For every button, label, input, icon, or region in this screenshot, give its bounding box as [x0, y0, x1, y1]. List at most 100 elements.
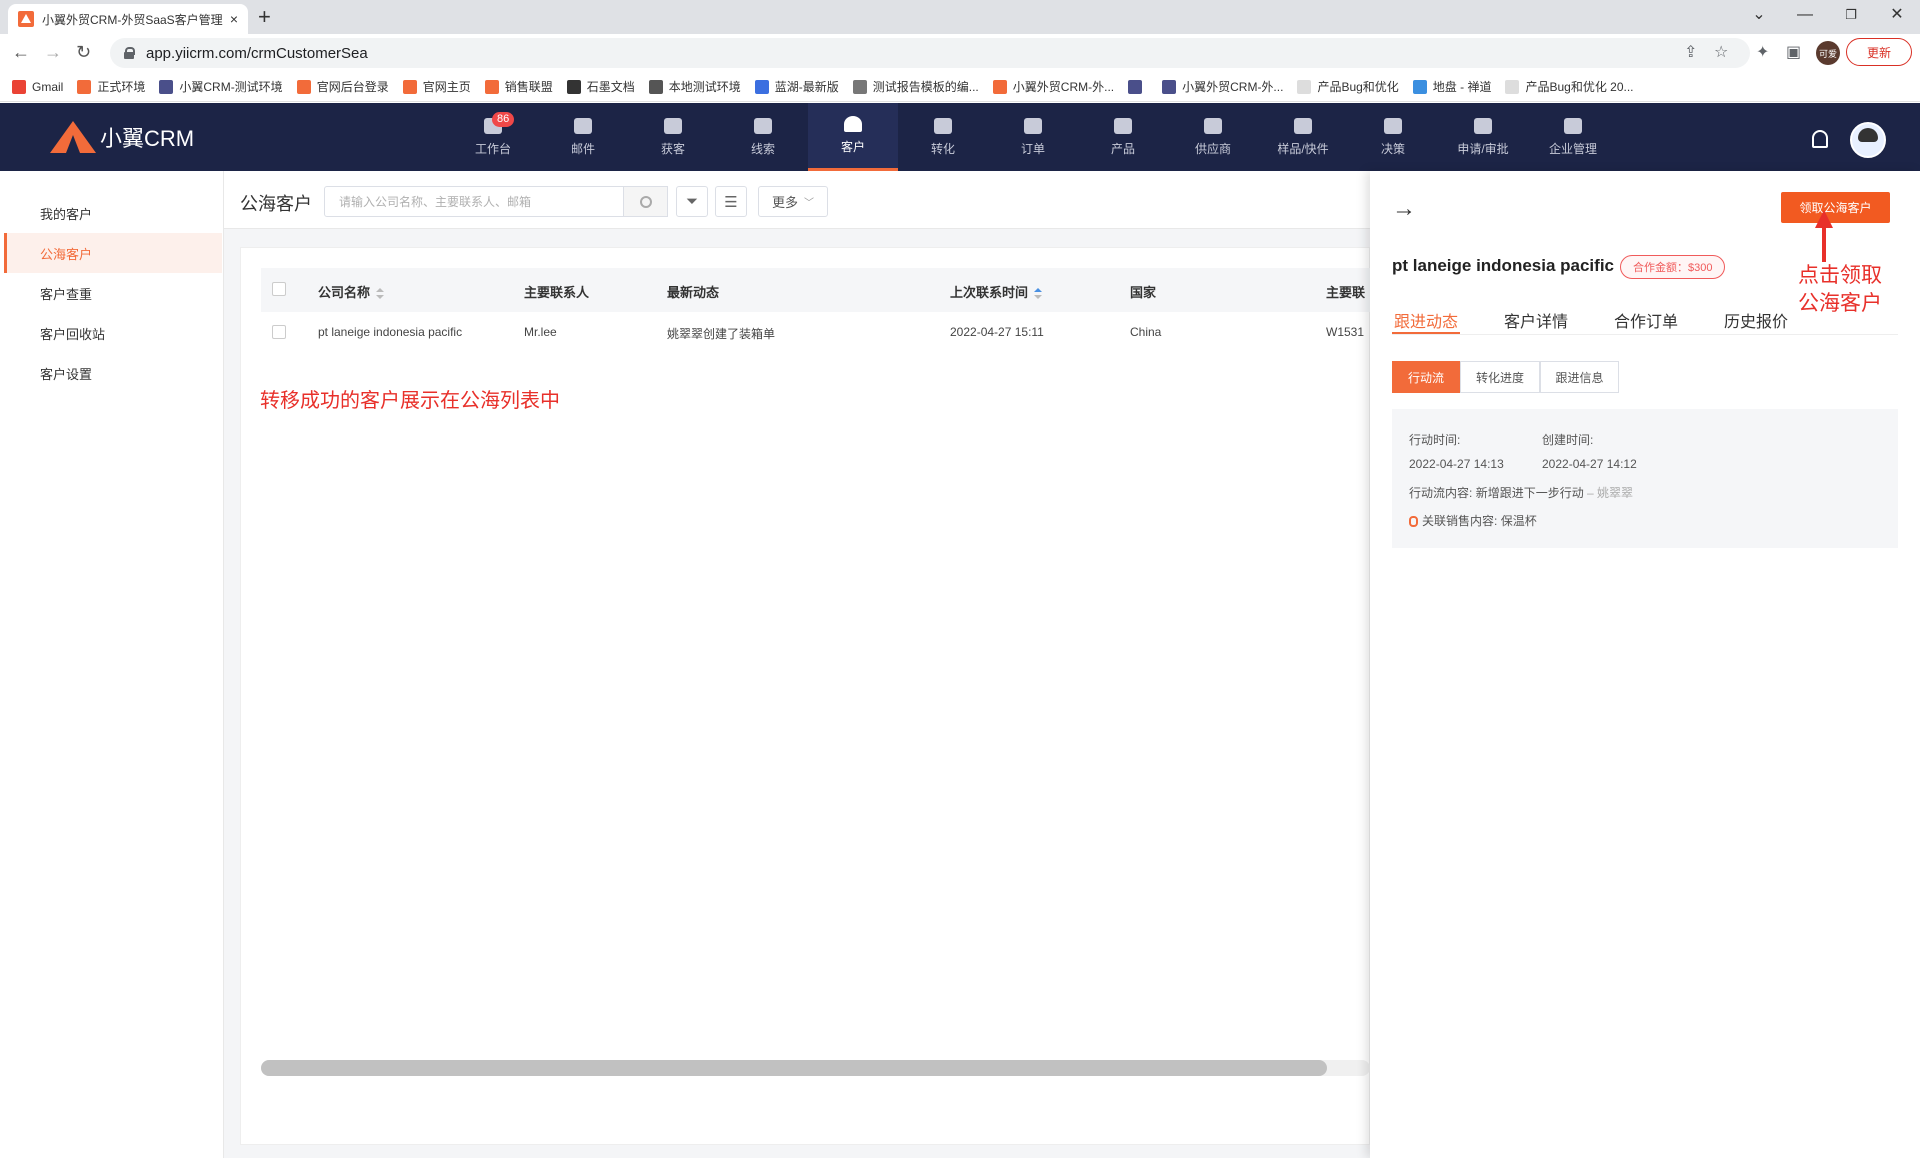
- search-icon: [639, 195, 652, 208]
- related-sales: 关联销售内容: 保温杯: [1409, 512, 1537, 529]
- nav-item[interactable]: 线索: [718, 103, 808, 171]
- bookmark-favicon-icon: [484, 79, 499, 94]
- bookmark-item[interactable]: 产品Bug和优化: [1297, 78, 1399, 95]
- sidebar-item[interactable]: 客户回收站: [4, 313, 222, 353]
- segment-follow-info[interactable]: 跟进信息: [1540, 361, 1619, 393]
- bookmark-item[interactable]: 蓝湖-最新版: [754, 78, 839, 95]
- search-button[interactable]: [624, 186, 668, 217]
- sort-icon[interactable]: [1034, 287, 1043, 300]
- action-content: 行动流内容: 新增跟进下一步行动 – 姚翠翠: [1409, 486, 1634, 500]
- bookmark-item[interactable]: Gmail: [12, 79, 63, 94]
- minimize-button[interactable]: —: [1782, 4, 1828, 26]
- bookmark-item[interactable]: 地盘 - 禅道: [1412, 78, 1491, 95]
- bookmark-favicon-icon: [77, 79, 92, 94]
- nav-item[interactable]: 申请/审批: [1438, 103, 1528, 171]
- tab-search-icon[interactable]: ⌄: [1736, 4, 1782, 26]
- customer-name: pt laneige indonesia pacific: [1392, 256, 1614, 275]
- extensions-icon[interactable]: ✦: [1756, 42, 1769, 62]
- bookmark-item[interactable]: 测试报告模板的编...: [852, 78, 979, 95]
- sort-icon[interactable]: [376, 287, 385, 300]
- tab-cooperation-orders[interactable]: 合作订单: [1614, 308, 1678, 332]
- nav-item[interactable]: 客户: [808, 103, 898, 171]
- cell-company-name[interactable]: pt laneige indonesia pacific: [318, 325, 462, 339]
- tab-customer-detail[interactable]: 客户详情: [1504, 308, 1568, 332]
- customer-icon: [844, 116, 862, 132]
- url-input[interactable]: app.yiicrm.com/crmCustomerSea: [110, 38, 1750, 68]
- col-last-contact-time[interactable]: 上次联系时间: [950, 282, 1043, 301]
- horizontal-scrollbar-thumb[interactable]: [261, 1060, 1327, 1076]
- nav-item[interactable]: 获客: [628, 103, 718, 171]
- claim-customer-button[interactable]: 领取公海客户: [1781, 192, 1890, 223]
- cooperation-amount-badge: 合作金额：$300: [1620, 255, 1726, 279]
- reload-icon[interactable]: ↻: [76, 40, 91, 64]
- bookmark-item[interactable]: 小翼CRM-测试环境: [159, 78, 283, 95]
- side-panel-icon[interactable]: ▣: [1786, 42, 1801, 62]
- bookmark-favicon-icon: [1505, 79, 1520, 94]
- bookmark-favicon-icon: [852, 79, 867, 94]
- forward-icon[interactable]: →: [44, 40, 62, 64]
- sidebar-item[interactable]: 我的客户: [4, 193, 222, 233]
- filter-button[interactable]: ⏷: [676, 186, 708, 217]
- funnel-icon: [934, 117, 952, 134]
- nav-item[interactable]: 工作台: [448, 103, 538, 171]
- profile-avatar[interactable]: 可爱: [1816, 41, 1840, 65]
- search-input[interactable]: 请输入公司名称、主要联系人、邮箱: [324, 186, 624, 217]
- app-header: 小翼CRM 工作台 邮件 获客 线索 客户 转化 订单 产品 供应商 样品/快件 决策 申请/审批 企业…: [0, 103, 1920, 171]
- browser-tab[interactable]: 小翼外贸CRM-外贸SaaS客户管理 ×: [8, 4, 248, 34]
- bookmark-item[interactable]: 官网主页: [402, 78, 471, 95]
- bookmark-item[interactable]: 石墨文档: [566, 78, 635, 95]
- bookmark-item[interactable]: 本地测试环境: [648, 78, 741, 95]
- restore-button[interactable]: ❐: [1828, 4, 1874, 26]
- bookmark-item[interactable]: 小翼外贸CRM-外...: [1162, 78, 1283, 95]
- user-avatar[interactable]: [1850, 122, 1886, 158]
- bookmark-favicon-icon: [1162, 79, 1177, 94]
- bookmark-item[interactable]: 产品Bug和优化 20...: [1505, 78, 1634, 95]
- update-button[interactable]: 更新: [1846, 38, 1912, 66]
- bookmark-star-icon[interactable]: ☆: [1714, 42, 1728, 62]
- segment-conversion-progress[interactable]: 转化进度: [1460, 361, 1540, 393]
- bell-icon[interactable]: [1812, 130, 1828, 148]
- back-icon[interactable]: ←: [12, 40, 30, 64]
- segment-action-flow[interactable]: 行动流: [1392, 361, 1460, 393]
- column-settings-button[interactable]: ☰: [715, 186, 747, 217]
- close-window-button[interactable]: ✕: [1874, 4, 1920, 26]
- more-dropdown[interactable]: 更多 ﹀: [758, 186, 828, 217]
- bookmark-favicon-icon: [566, 79, 581, 94]
- bookmark-favicon-icon: [12, 79, 26, 94]
- app-logo[interactable]: 小翼CRM: [50, 121, 194, 153]
- close-panel-arrow-icon[interactable]: →: [1392, 195, 1416, 223]
- sidebar-item[interactable]: 客户查重: [4, 273, 222, 313]
- nav-item[interactable]: 产品: [1078, 103, 1168, 171]
- bookmark-favicon-icon: [296, 79, 311, 94]
- tab-title: 小翼外贸CRM-外贸SaaS客户管理: [42, 12, 223, 27]
- bookmark-item[interactable]: 正式环境: [77, 78, 145, 95]
- close-tab-icon[interactable]: ×: [230, 11, 238, 27]
- bookmark-item[interactable]: 小翼外贸CRM-外...: [992, 78, 1114, 95]
- select-all-checkbox[interactable]: [272, 282, 286, 296]
- nav-item[interactable]: 邮件: [538, 103, 628, 171]
- bookmarks-bar: Gmail 正式环境 小翼CRM-测试环境 官网后台登录 官网主页 销售联盟 石墨文档 本地测…: [0, 72, 1920, 102]
- nav-item[interactable]: 转化: [898, 103, 988, 171]
- product-icon: [1114, 117, 1132, 134]
- nav-item[interactable]: 订单: [988, 103, 1078, 171]
- col-company-name[interactable]: 公司名称: [318, 282, 385, 301]
- nav-item[interactable]: 样品/快件: [1258, 103, 1348, 171]
- bookmark-item[interactable]: [1128, 79, 1148, 94]
- approval-icon: [1474, 117, 1492, 134]
- nav-item[interactable]: 决策: [1348, 103, 1438, 171]
- share-icon[interactable]: ⇪: [1684, 42, 1697, 62]
- nav-item[interactable]: 供应商: [1168, 103, 1258, 171]
- bookmark-item[interactable]: 销售联盟: [484, 78, 553, 95]
- nav-item[interactable]: 企业管理: [1528, 103, 1618, 171]
- col-latest-activity: 最新动态: [667, 285, 720, 300]
- sidebar-item[interactable]: 公海客户: [4, 233, 222, 273]
- new-tab-button[interactable]: +: [258, 4, 271, 30]
- bookmark-item[interactable]: 官网后台登录: [296, 78, 389, 95]
- tab-follow-up[interactable]: 跟进动态: [1394, 308, 1458, 332]
- tab-history-quotes[interactable]: 历史报价: [1724, 308, 1788, 332]
- row-checkbox[interactable]: [272, 325, 286, 339]
- action-time-value: 2022-04-27 14:13: [1409, 457, 1504, 471]
- sidebar-item[interactable]: 客户设置: [4, 353, 222, 393]
- order-icon: [1024, 117, 1042, 134]
- bookmark-favicon-icon: [1412, 79, 1427, 94]
